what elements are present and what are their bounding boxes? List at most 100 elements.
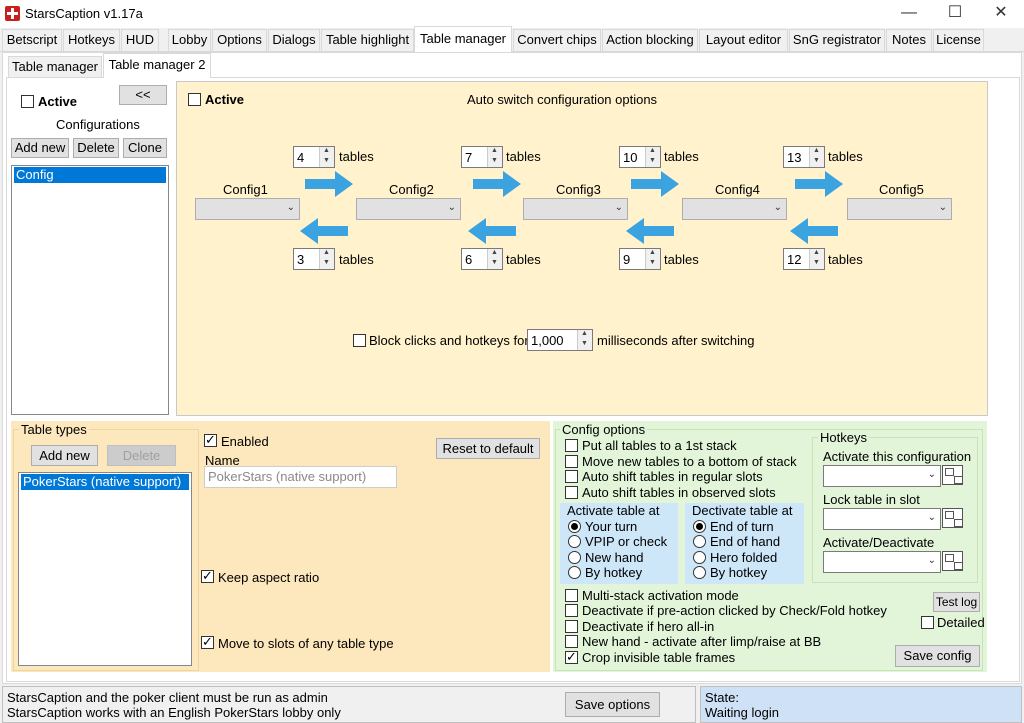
block-clicks-checkbox[interactable] <box>353 334 366 347</box>
subtab-table-manager-2[interactable]: Table manager 2 <box>103 53 211 78</box>
close-button[interactable]: ✕ <box>978 0 1024 28</box>
option-label: Put all tables to a 1st stack <box>582 438 737 453</box>
down-tables-spinner-2[interactable]: 6 ▲ ▼ <box>461 248 503 270</box>
tab-convert-chips[interactable]: Convert chips <box>513 29 601 51</box>
crop-frames-checkbox[interactable] <box>565 649 578 665</box>
maximize-button[interactable]: ☐ <box>932 0 978 28</box>
save-options-button[interactable]: Save options <box>565 692 660 717</box>
tab-table-manager[interactable]: Table manager <box>414 26 512 52</box>
config-label-2: Config2 <box>389 182 434 197</box>
enabled-checkbox[interactable] <box>204 432 217 448</box>
tab-notes[interactable]: Notes <box>886 29 932 51</box>
config-select-5[interactable]: ⌄ <box>847 198 952 220</box>
subtab-table-manager[interactable]: Table manager <box>8 56 102 78</box>
tab-layout-editor[interactable]: Layout editor <box>699 29 788 51</box>
hotkey-label: Activate this configuration <box>823 449 972 464</box>
window-title: StarsCaption v1.17a <box>25 6 143 21</box>
tab-action-blocking[interactable]: Action blocking <box>602 29 698 51</box>
hotkey-record-icon[interactable] <box>942 551 963 571</box>
tab-betscript[interactable]: Betscript <box>2 29 62 51</box>
save-config-button[interactable]: Save config <box>895 645 980 667</box>
down-tables-spinner-1[interactable]: 3 ▲ ▼ <box>293 248 335 270</box>
deactivate-radio[interactable] <box>693 535 706 548</box>
status-bar: StarsCaption and the poker client must b… <box>0 686 1024 723</box>
option-checkbox[interactable] <box>565 604 578 617</box>
list-item[interactable]: Config <box>14 167 166 183</box>
tab-dialogs[interactable]: Dialogs <box>268 29 320 51</box>
arrow-left-icon <box>790 218 838 244</box>
block-ms-spinner[interactable]: 1,000 ▲ ▼ <box>527 329 593 351</box>
config-select-4[interactable]: ⌄ <box>682 198 787 220</box>
tab-license[interactable]: License <box>933 29 984 51</box>
option-checkbox[interactable] <box>565 486 578 499</box>
option-checkbox[interactable] <box>565 620 578 633</box>
option-checkbox[interactable] <box>565 470 578 483</box>
tab-sng-registrator[interactable]: SnG registrator <box>789 29 885 51</box>
add-table-type-button[interactable]: Add new <box>31 445 98 466</box>
auto-switch-title: Auto switch configuration options <box>467 92 658 107</box>
hotkey-record-icon[interactable] <box>942 465 963 485</box>
table-types-title: Table types <box>19 422 89 437</box>
clone-config-button[interactable]: Clone <box>123 138 167 158</box>
activate-radio[interactable] <box>568 535 581 548</box>
auto-switch-active-label: Active <box>205 92 245 107</box>
auto-switch-active-checkbox[interactable] <box>188 93 201 106</box>
tab-lobby[interactable]: Lobby <box>168 29 211 51</box>
left-active-checkbox[interactable] <box>21 95 34 108</box>
down-tables-spinner-4[interactable]: 12 ▲ ▼ <box>783 248 825 270</box>
arrow-right-icon <box>631 171 679 197</box>
add-config-button[interactable]: Add new <box>11 138 69 158</box>
tab-hud[interactable]: HUD <box>121 29 159 51</box>
config-select-3[interactable]: ⌄ <box>523 198 628 220</box>
option-checkbox[interactable] <box>565 439 578 452</box>
deactivate-radio[interactable] <box>693 520 706 533</box>
reset-to-default-button[interactable]: Reset to default <box>436 438 540 459</box>
configurations-list[interactable]: Config <box>11 165 169 415</box>
table-types-list[interactable]: PokerStars (native support) <box>18 472 192 666</box>
option-checkbox[interactable] <box>565 635 578 648</box>
up-tables-spinner-4[interactable]: 13 ▲ ▼ <box>783 146 825 168</box>
hotkey-record-icon[interactable] <box>942 508 963 528</box>
config-select-1[interactable]: ⌄ <box>195 198 300 220</box>
tables-label: tables <box>339 252 374 267</box>
hotkey-toggle-select[interactable]: ⌄ <box>823 551 941 573</box>
delete-table-type-button[interactable]: Delete <box>107 445 176 466</box>
configurations-panel: Active << Configurations Add new Delete … <box>10 82 170 415</box>
activate-radio[interactable] <box>568 520 581 533</box>
delete-config-button[interactable]: Delete <box>73 138 119 158</box>
tables-label: tables <box>339 149 374 164</box>
test-log-button[interactable]: Test log <box>933 592 980 612</box>
up-tables-spinner-2[interactable]: 7 ▲ ▼ <box>461 146 503 168</box>
deactivate-radio[interactable] <box>693 551 706 564</box>
down-tables-spinner-3[interactable]: 9 ▲ ▼ <box>619 248 661 270</box>
option-checkbox[interactable] <box>565 455 578 468</box>
hotkey-activate-select[interactable]: ⌄ <box>823 465 941 487</box>
list-item[interactable]: PokerStars (native support) <box>21 474 189 490</box>
tab-hotkeys[interactable]: Hotkeys <box>63 29 120 51</box>
deactivate-radio[interactable] <box>693 566 706 579</box>
activate-radio[interactable] <box>568 566 581 579</box>
hotkey-lock-select[interactable]: ⌄ <box>823 508 941 530</box>
tab-options[interactable]: Options <box>212 29 267 51</box>
chevron-down-icon: ⌄ <box>773 202 782 213</box>
keep-aspect-checkbox[interactable] <box>201 568 214 584</box>
status-message-area: StarsCaption and the poker client must b… <box>2 686 696 723</box>
block-clicks-suffix: milliseconds after switching <box>597 333 755 348</box>
name-input[interactable]: PokerStars (native support) <box>204 466 397 488</box>
radio-label: New hand <box>585 550 644 565</box>
minimize-button[interactable]: — <box>886 0 932 28</box>
tables-label: tables <box>664 149 699 164</box>
activate-radio[interactable] <box>568 551 581 564</box>
arrow-right-icon <box>473 171 521 197</box>
config-select-2[interactable]: ⌄ <box>356 198 461 220</box>
tab-table-highlight[interactable]: Table highlight <box>321 29 414 51</box>
tables-label: tables <box>506 252 541 267</box>
detailed-checkbox[interactable] <box>921 616 934 629</box>
option-checkbox[interactable] <box>565 589 578 602</box>
move-slots-checkbox[interactable] <box>201 634 214 650</box>
collapse-button[interactable]: << <box>119 85 167 105</box>
left-active-label: Active <box>38 94 78 109</box>
app-icon <box>5 6 20 21</box>
up-tables-spinner-3[interactable]: 10 ▲ ▼ <box>619 146 661 168</box>
up-tables-spinner-1[interactable]: 4 ▲ ▼ <box>293 146 335 168</box>
